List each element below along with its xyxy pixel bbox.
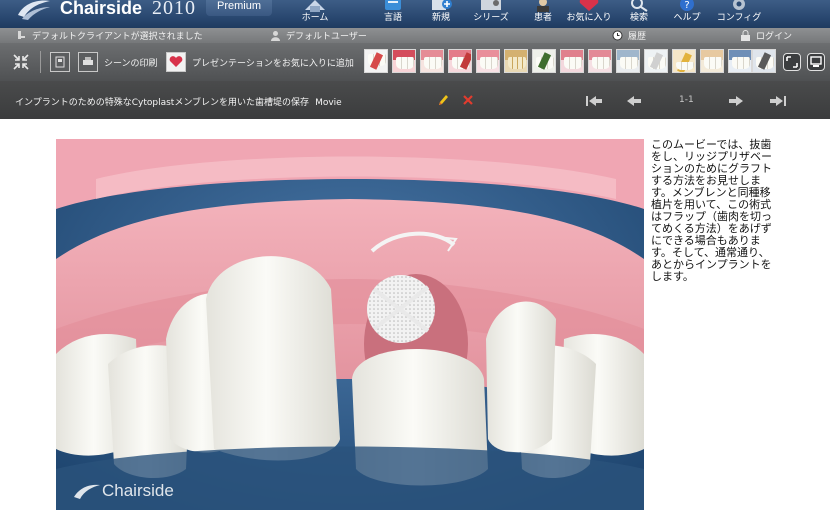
toolbar-divider — [40, 51, 41, 73]
nav-config-label: コンフィグ — [716, 12, 762, 22]
nav-home[interactable]: ホーム — [288, 0, 342, 28]
user-status-text: デフォルトユーザー — [286, 32, 367, 42]
login-button[interactable]: ログイン — [740, 29, 792, 42]
clock-icon — [612, 30, 623, 41]
nav-new-label: 新規 — [431, 12, 450, 22]
scene-thumbnail[interactable] — [420, 49, 444, 73]
present-button[interactable] — [807, 53, 825, 71]
nav-search-label: 検索 — [629, 12, 648, 22]
user-icon — [271, 31, 280, 41]
previous-page-icon[interactable] — [626, 95, 642, 107]
shrink-arrows-icon — [13, 54, 29, 70]
chairside-logo: Chairside 2010 — [14, 0, 196, 22]
user-status[interactable]: デフォルトユーザー — [270, 29, 367, 42]
expand-icon — [786, 56, 798, 68]
movie-description: このムービーでは、抜歯をし、リッジプリザベーションのためにグラフトする方法をお見… — [651, 139, 772, 283]
nav-language[interactable]: 言語 — [366, 0, 420, 28]
scene-thumbnail[interactable] — [752, 49, 776, 73]
nav-home-label: ホーム — [301, 12, 329, 22]
app-version-year: 2010 — [152, 0, 197, 19]
scene-thumbnail[interactable] — [588, 49, 612, 73]
fit-screen-button[interactable] — [12, 52, 30, 72]
scene-thumbnail[interactable] — [728, 49, 752, 73]
page-indicator: 1-1 — [679, 95, 694, 105]
premium-badge: Premium — [206, 0, 272, 16]
scene-thumbnail[interactable] — [364, 49, 388, 73]
dental-animation-frame — [56, 139, 644, 510]
history-label: 履歴 — [628, 32, 647, 42]
close-icon[interactable] — [462, 93, 474, 107]
printer-icon — [78, 52, 98, 72]
chairside-swoosh-icon — [18, 0, 50, 20]
last-page-icon[interactable] — [768, 95, 788, 107]
scene-thumbnail[interactable] — [392, 49, 416, 73]
nav-config[interactable]: コンフィグ — [712, 0, 766, 28]
video-player[interactable]: Chairside — [56, 139, 644, 510]
print-scene-label: シーンの印刷 — [104, 58, 158, 69]
app-header: Chairside 2010 Premium ホーム 言語 新規 シリーズ 患者… — [0, 0, 830, 28]
add-to-favorites-button[interactable]: プレゼンテーションをお気に入りに追加 — [166, 52, 354, 72]
scene-thumbnail[interactable] — [476, 49, 500, 73]
scene-thumbnail[interactable] — [700, 49, 724, 73]
scene-thumbnail[interactable] — [616, 49, 640, 73]
watermark-text: Chairside — [102, 481, 174, 500]
chairside-watermark: Chairside — [72, 481, 174, 501]
status-bar: デフォルトクライアントが選択されました デフォルトユーザー 履歴 ログイン — [0, 28, 830, 43]
scene-thumbnail[interactable] — [532, 49, 556, 73]
client-status-text: デフォルトクライアントが選択されました — [32, 32, 203, 42]
nav-favorites[interactable]: お気に入り — [562, 0, 616, 28]
print-scene-button[interactable]: シーンの印刷 — [78, 52, 158, 72]
video-title-text: インプラントのための特殊なCytoplastメンブレンを用いた歯槽堤の保存 — [15, 98, 310, 108]
client-status[interactable]: デフォルトクライアントが選択されました — [16, 29, 203, 42]
chair-icon — [18, 31, 25, 39]
presentation-icon — [810, 56, 822, 67]
media-type-tag: Movie — [315, 98, 342, 108]
add-to-favorites-label: プレゼンテーションをお気に入りに追加 — [192, 58, 354, 69]
nav-series[interactable]: シリーズ — [464, 0, 518, 28]
lock-icon — [741, 30, 750, 41]
next-page-icon[interactable] — [728, 95, 744, 107]
expand-button[interactable] — [783, 53, 801, 71]
nav-search[interactable]: 検索 — [612, 0, 666, 28]
scene-thumbnail[interactable] — [644, 49, 668, 73]
chairside-swoosh-icon — [74, 484, 100, 499]
nav-new[interactable]: 新規 — [414, 0, 468, 28]
login-label: ログイン — [756, 32, 793, 42]
layout-button[interactable] — [50, 52, 70, 72]
scene-thumbnail[interactable] — [504, 49, 528, 73]
video-title: インプラントのための特殊なCytoplastメンブレンを用いた歯槽堤の保存 Mov… — [15, 95, 342, 108]
scene-thumbnail[interactable] — [672, 49, 696, 73]
history-button[interactable]: 履歴 — [612, 29, 646, 42]
player-bar: インプラントのための特殊なCytoplastメンブレンを用いた歯槽堤の保存 Mov… — [0, 81, 830, 119]
scene-thumbnail[interactable] — [560, 49, 584, 73]
first-page-icon[interactable] — [584, 95, 604, 107]
nav-language-label: 言語 — [383, 12, 402, 22]
scene-thumbnail[interactable] — [448, 49, 472, 73]
nav-help[interactable]: ? ヘルプ — [660, 0, 714, 28]
app-name: Chairside — [60, 0, 143, 18]
heart-icon — [166, 52, 186, 72]
nav-favorites-label: お気に入り — [566, 12, 612, 22]
single-page-icon — [50, 52, 70, 72]
scene-toolbar: シーンの印刷 プレゼンテーションをお気に入りに追加 — [0, 43, 830, 81]
nav-series-label: シリーズ — [473, 12, 509, 22]
nav-help-label: ヘルプ — [673, 12, 701, 22]
pencil-icon[interactable] — [437, 93, 449, 107]
